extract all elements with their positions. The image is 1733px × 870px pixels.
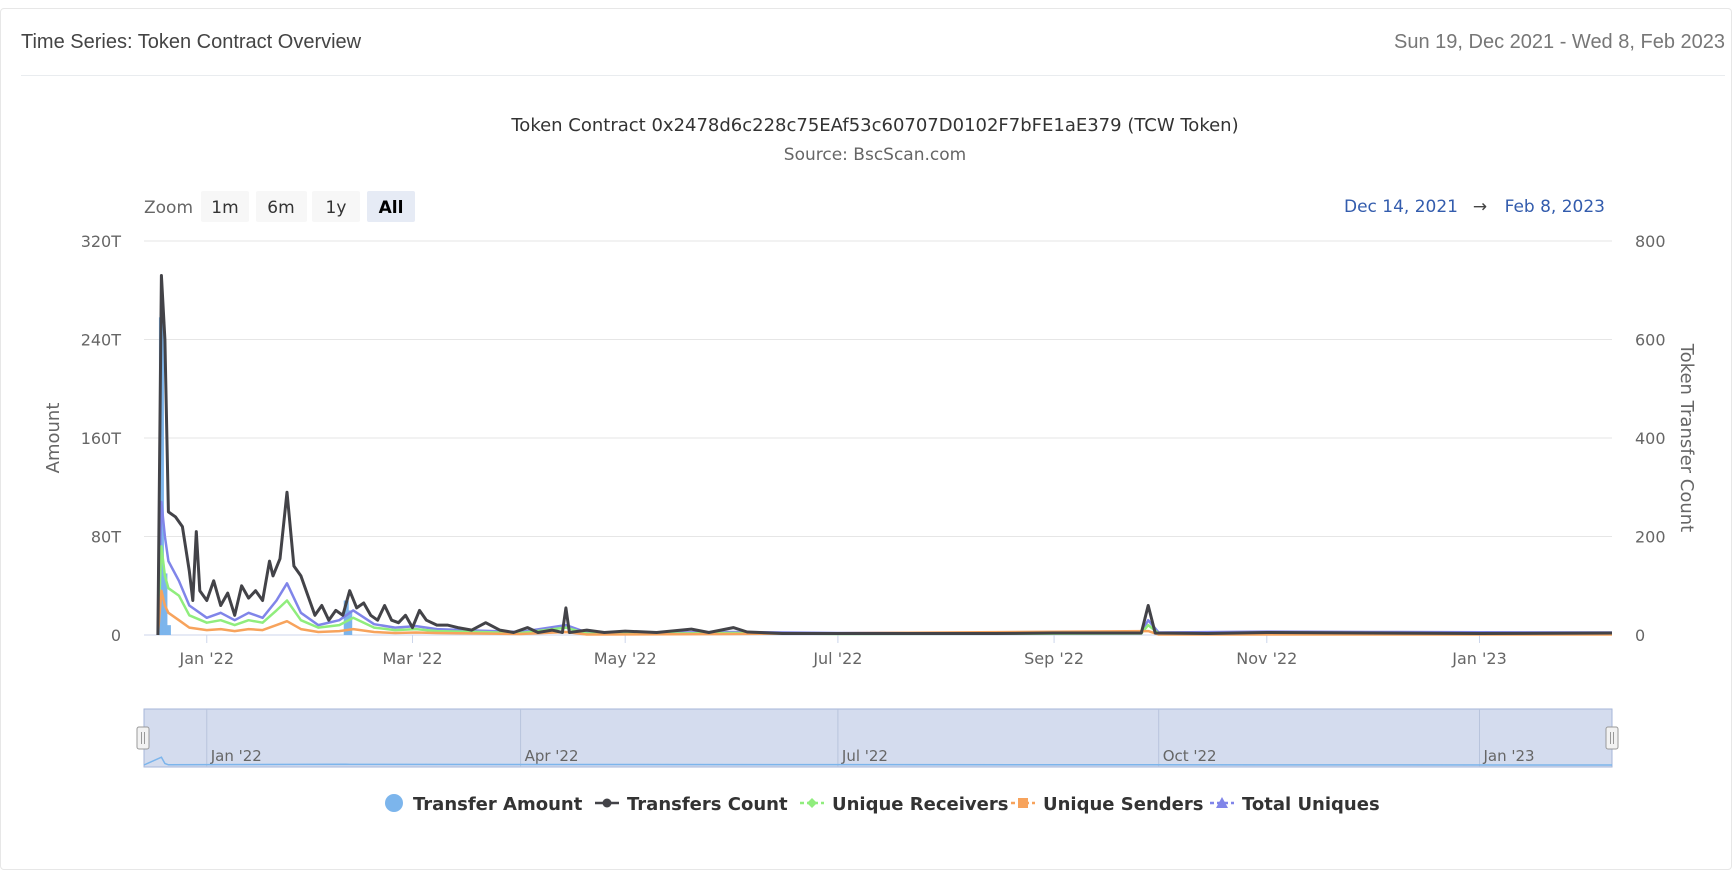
x-tick-label: Nov '22 <box>1236 649 1297 668</box>
y-axis-left-labels: 0 80T 160T 240T 320T <box>81 232 122 645</box>
legend-item-transfers-count[interactable]: Transfers Count <box>595 794 788 815</box>
zoom-button-1y[interactable]: 1y <box>312 191 360 222</box>
y-left-tick-label: 0 <box>111 626 121 645</box>
y-right-tick-label: 200 <box>1635 528 1666 547</box>
x-tick-label: May '22 <box>594 649 657 668</box>
y-axis-right-title: Token Transfer Count <box>1676 343 1697 533</box>
legend-marker-circle <box>385 794 403 812</box>
y-left-tick-label: 80T <box>91 528 121 547</box>
legend-marker-diamond <box>807 798 817 808</box>
legend-label-unique-receivers: Unique Receivers <box>832 794 1008 815</box>
legend: Transfer Amount Transfers Count Unique R… <box>385 794 1380 815</box>
chart-svg: Token Contract 0x2478d6c228c75EAf53c6070… <box>43 115 1697 815</box>
legend-label-transfer-amount: Transfer Amount <box>413 794 583 815</box>
zoom-button-all[interactable]: All <box>367 191 415 222</box>
series-line-transfers-count <box>156 274 1613 636</box>
bar-transfer-amount <box>165 625 171 635</box>
zoom-button-all-label: All <box>379 198 404 218</box>
navigator-right-handle[interactable] <box>1605 726 1619 750</box>
y-left-tick-label: 320T <box>81 232 122 251</box>
y-left-tick-label: 240T <box>81 331 122 350</box>
navigator-left-handle[interactable] <box>136 726 150 750</box>
legend-marker-dot <box>602 798 612 808</box>
series-line-total-uniques <box>156 500 1613 636</box>
grid-lines <box>144 240 1612 636</box>
legend-item-total-uniques[interactable]: Total Uniques <box>1210 794 1380 815</box>
plot-area <box>156 274 1613 636</box>
navigator-tick-label: Jan '22 <box>210 747 262 765</box>
navigator-tick-label: Apr '22 <box>525 747 579 765</box>
legend-marker-square <box>1018 798 1028 808</box>
y-axis-right-labels: 0 200 400 600 800 <box>1635 232 1666 645</box>
zoom-button-1y-label: 1y <box>326 198 347 218</box>
navigator[interactable]: Jan '22 Apr '22 Jul '22 Oct '22 Jan '23 <box>143 708 1613 768</box>
range-arrow: → <box>1473 197 1487 217</box>
y-right-tick-label: 0 <box>1635 626 1645 645</box>
y-axis-left-title: Amount <box>43 403 64 474</box>
x-tick-label: Jan '22 <box>179 649 235 668</box>
zoom-button-6m-label: 6m <box>267 198 294 218</box>
zoom-button-1m-label: 1m <box>211 198 238 218</box>
x-tick-label: Sep '22 <box>1024 649 1084 668</box>
zoom-label: Zoom <box>144 198 193 218</box>
x-tick-label: Mar '22 <box>382 649 442 668</box>
legend-label-unique-senders: Unique Senders <box>1043 794 1203 815</box>
range-to-input[interactable]: Feb 8, 2023 <box>1505 197 1605 217</box>
legend-label-transfers-count: Transfers Count <box>627 794 788 815</box>
zoom-button-6m[interactable]: 6m <box>256 191 307 222</box>
series-line-unique-receivers <box>156 545 1612 636</box>
y-right-tick-label: 400 <box>1635 429 1666 448</box>
range-from-input[interactable]: Dec 14, 2021 <box>1344 197 1458 217</box>
x-tick-label: Jul '22 <box>812 649 862 668</box>
y-right-tick-label: 600 <box>1635 331 1666 350</box>
zoom-button-1m[interactable]: 1m <box>201 191 249 222</box>
navigator-tick-label: Oct '22 <box>1163 747 1217 765</box>
chart-subtitle: Source: BscScan.com <box>784 145 966 165</box>
legend-item-unique-senders[interactable]: Unique Senders <box>1011 794 1203 815</box>
legend-item-unique-receivers[interactable]: Unique Receivers <box>800 794 1008 815</box>
legend-label-total-uniques: Total Uniques <box>1242 794 1380 815</box>
y-right-tick-label: 800 <box>1635 232 1666 251</box>
navigator-tick-label: Jan '23 <box>1482 747 1534 765</box>
legend-item-transfer-amount[interactable]: Transfer Amount <box>385 794 583 815</box>
x-axis-labels: Jan '22 Mar '22 May '22 Jul '22 Sep '22 Nov '… <box>179 635 1507 668</box>
chart-title: Token Contract 0x2478d6c228c75EAf53c6070… <box>510 115 1238 136</box>
x-tick-label: Jan '23 <box>1451 649 1507 668</box>
y-left-tick-label: 160T <box>81 429 122 448</box>
navigator-tick-label: Jul '22 <box>841 747 888 765</box>
